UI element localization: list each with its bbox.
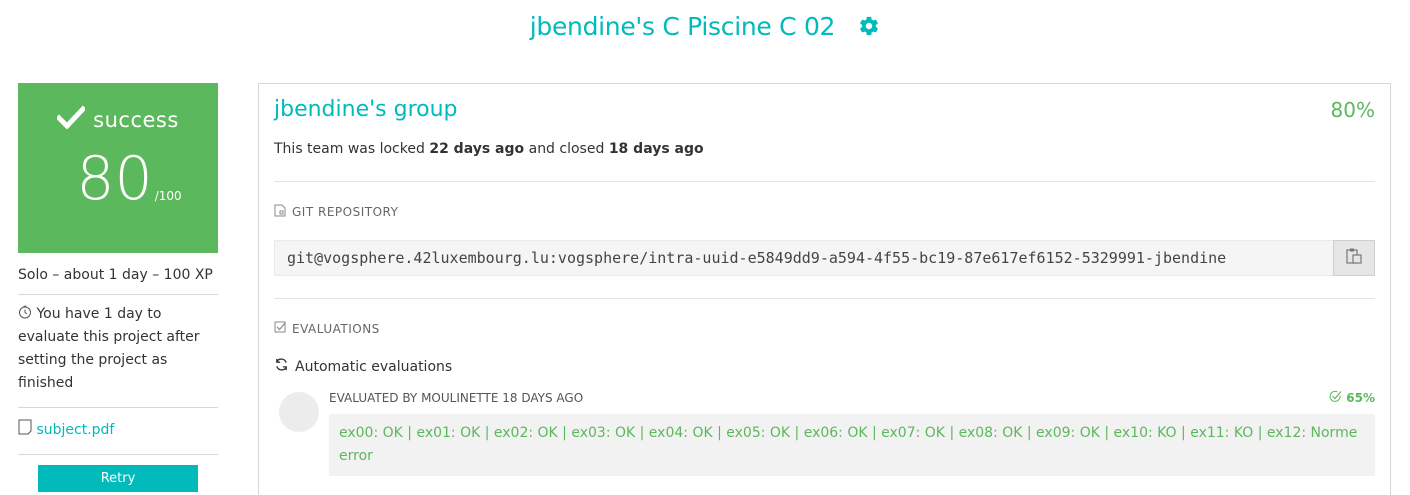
evaluate-notice: You have 1 day to evaluate this project … [18, 294, 218, 408]
evaluation-item: EVALUATED BY MOULINETTE 18 DAYS AGO 65% … [274, 390, 1375, 476]
subject-link[interactable]: subject.pdf [36, 422, 114, 438]
score-value: 80 [76, 144, 153, 214]
divider [274, 298, 1375, 299]
score: 80 /100 [18, 144, 218, 214]
repo-icon [274, 204, 286, 220]
lock-status: This team was locked 22 days ago and clo… [274, 141, 1375, 182]
retry-button[interactable]: Retry [38, 465, 198, 492]
project-meta: Solo – about 1 day – 100 XP [18, 267, 213, 283]
evaluator-line: EVALUATED BY MOULINETTE 18 DAYS AGO [329, 391, 584, 405]
locked-prefix: This team was locked [274, 141, 425, 157]
closed-time: 18 days ago [608, 141, 704, 157]
evaluation-header: EVALUATED BY MOULINETTE 18 DAYS AGO 65% [329, 390, 1375, 406]
evaluation-details: ex00: OK | ex01: OK | ex02: OK | ex03: O… [329, 414, 1375, 476]
repo-row: git@vogsphere.42luxembourg.lu:vogsphere/… [274, 240, 1375, 276]
locked-time: 22 days ago [429, 141, 525, 157]
repo-url-field[interactable]: git@vogsphere.42luxembourg.lu:vogsphere/… [274, 240, 1333, 276]
evaluations-label: EVALUATIONS [292, 321, 380, 336]
evaluation-percent: 65% [1329, 390, 1375, 406]
group-percent: 80% [1330, 97, 1375, 122]
evaluation-percent-value: 65% [1346, 391, 1375, 405]
evaluation-body: EVALUATED BY MOULINETTE 18 DAYS AGO 65% … [329, 390, 1375, 476]
checkbox-icon [274, 321, 286, 336]
clock-icon [18, 305, 36, 322]
page-title: jbendine's C Piscine C 02 [529, 12, 836, 41]
evaluations-heading: EVALUATIONS [274, 321, 1375, 336]
check-circle-icon [1329, 390, 1342, 406]
check-icon [55, 105, 87, 133]
project-sidebar: success 80 /100 Solo – about 1 day – 100… [18, 83, 218, 495]
group-header: jbendine's group 80% [274, 97, 1375, 122]
automatic-evaluations: Automatic evaluations [274, 357, 1375, 376]
status-label: success [93, 108, 179, 132]
evaluate-notice-text: You have 1 day to evaluate this project … [18, 306, 200, 391]
refresh-icon [274, 357, 289, 376]
avatar[interactable] [279, 392, 319, 432]
retry-row: Retry [18, 455, 218, 495]
closed-prefix: and closed [528, 141, 605, 157]
automatic-evaluations-label: Automatic evaluations [295, 358, 453, 375]
score-max: /100 [154, 189, 182, 203]
page-header: jbendine's C Piscine C 02 [0, 12, 1410, 41]
file-icon [18, 419, 36, 438]
copy-button[interactable] [1333, 240, 1375, 276]
team-panel: jbendine's group 80% This team was locke… [258, 83, 1391, 495]
subject-row: subject.pdf [18, 408, 218, 455]
git-repo-label: GIT REPOSITORY [292, 205, 399, 219]
group-title[interactable]: jbendine's group [274, 97, 458, 122]
git-repo-heading: GIT REPOSITORY [274, 204, 1375, 220]
gear-icon[interactable] [858, 15, 880, 41]
status-box: success 80 /100 [18, 83, 218, 253]
clipboard-icon [1345, 247, 1363, 269]
status-line: success [18, 105, 218, 133]
